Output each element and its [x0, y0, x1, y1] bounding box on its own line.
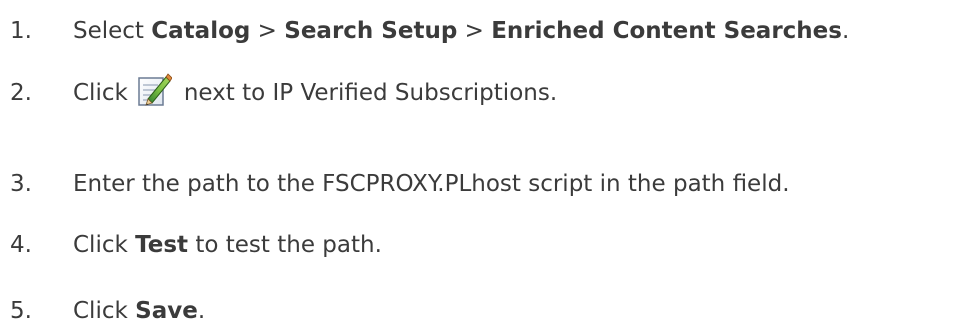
test-button-label: Test — [135, 232, 189, 258]
step-text: Click next to IP Verified Subscriptions. — [73, 72, 558, 111]
step-number: 2. — [10, 80, 32, 106]
instruction-steps: 1. Select Catalog > Search Setup > Enric… — [0, 0, 969, 330]
save-button-label: Save — [135, 298, 198, 324]
menu-catalog-label: Catalog — [151, 18, 251, 44]
step-text-prefix: Click — [73, 232, 128, 258]
breadcrumb-separator: > — [257, 18, 277, 44]
step-number: 1. — [10, 18, 32, 44]
menu-enriched-content-searches-label: Enriched Content Searches — [491, 18, 842, 44]
step-number: 3. — [10, 171, 32, 197]
breadcrumb-separator: > — [464, 18, 484, 44]
step-text-prefix: Select — [73, 18, 144, 44]
step-text-suffix: . — [841, 18, 850, 44]
step-text: Click Save. — [73, 298, 205, 324]
step-number: 4. — [10, 232, 32, 258]
edit-pencil-icon[interactable] — [136, 72, 173, 108]
step-number: 5. — [10, 298, 32, 324]
step-text-suffix: to test the path. — [195, 232, 382, 258]
step-text: Click Test to test the path. — [73, 232, 382, 258]
step-text: Enter the path to the FSCPROXY.PLhost sc… — [73, 171, 790, 197]
menu-search-setup-label: Search Setup — [284, 18, 458, 44]
step-text-prefix: Click — [73, 298, 128, 324]
step-text: Select Catalog > Search Setup > Enriched… — [73, 18, 849, 44]
step-text-prefix: Click — [73, 80, 128, 106]
step-text-suffix: . — [197, 298, 206, 324]
step-text-suffix: next to IP Verified Subscriptions. — [183, 80, 558, 106]
